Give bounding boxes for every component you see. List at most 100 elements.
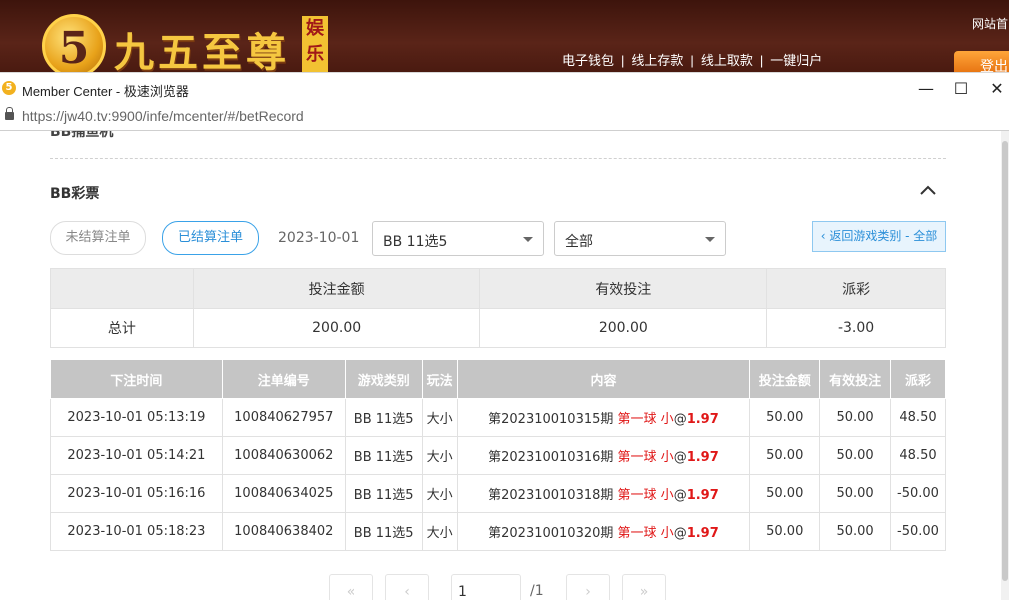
game-select[interactable]: BB 11选5 [372,221,544,256]
cell-bet: 50.00 [749,512,821,551]
cell-id: 100840634025 [221,474,346,513]
logo-text: 九五至尊 [114,29,290,72]
cell-valid: 50.00 [819,474,891,513]
summary-header-row: 投注金额 有效投注 派彩 [50,268,946,309]
prev-section-title: BB捕鱼机 [50,131,114,140]
scrollbar[interactable] [1001,131,1009,600]
minimize-icon[interactable]: — [912,77,940,101]
url-text[interactable]: https://jw40.tv:9900/infe/mcenter/#/betR… [22,108,304,124]
cell-game: BB 11选5 [344,512,423,551]
next-page-button[interactable]: › [566,574,610,600]
cell-id: 100840630062 [221,436,346,475]
unsettled-tab-button[interactable]: 未结算注单 [50,221,146,255]
section-divider [50,158,946,159]
scrollbar-thumb[interactable] [1002,141,1008,581]
cell-play: 大小 [421,436,458,475]
cell-bet: 50.00 [749,474,821,513]
logo-sub: 娱乐 [302,16,328,72]
summary-label: 总计 [50,308,194,348]
header-bet-id: 注单编号 [221,359,346,399]
lock-icon [5,107,14,120]
logo-icon: 5 [42,14,106,72]
cell-valid: 50.00 [819,398,891,437]
table-row: 2023-10-01 05:18:23 100840638402 BB 11选5… [50,512,946,551]
browser-logo-icon: 5 [2,81,16,95]
summary-header-cell: 投注金额 [192,268,481,309]
first-page-button[interactable]: « [329,574,373,600]
cell-game: BB 11选5 [344,474,423,513]
link-merge[interactable]: 一键归户 [770,53,822,68]
summary-header-cell: 派彩 [766,268,946,309]
link-wallet[interactable]: 电子钱包 [562,53,614,68]
summary-valid: 200.00 [479,308,768,348]
summary-row: 总计 200.00 200.00 -3.00 [50,308,946,348]
address-bar[interactable]: https://jw40.tv:9900/infe/mcenter/#/betR… [0,104,1009,131]
summary-payout: -3.00 [766,308,946,348]
top-nav-links: 电子钱包 | 线上存款 | 线上取款 | 一键归户 [562,53,823,68]
game-select-value: BB 11选5 [383,234,448,250]
chevron-down-icon [705,237,715,242]
table-row: 2023-10-01 05:16:16 100840634025 BB 11选5… [50,474,946,513]
header-content: 内容 [456,359,751,399]
cell-play: 大小 [421,512,458,551]
page-total: /1 [530,583,544,599]
section-title: BB彩票 [50,186,100,202]
records-header-row: 下注时间 注单编号 游戏类别 玩法 内容 投注金额 有效投注 派彩 [50,359,946,399]
cell-content: 第202310010316期 第一球 小@1.97 [456,436,751,475]
chevron-down-icon [523,237,533,242]
window-titlebar: 5 Member Center - 极速浏览器 — ☐ ✕ [0,72,1009,104]
cell-valid: 50.00 [819,436,891,475]
cell-content: 第202310010315期 第一球 小@1.97 [456,398,751,437]
maximize-icon[interactable]: ☐ [947,77,975,101]
header-valid-bet: 有效投注 [819,359,891,399]
summary-bet: 200.00 [192,308,481,348]
page-select-value: 1 [458,584,467,600]
link-withdraw[interactable]: 线上取款 [701,53,753,68]
cell-time: 2023-10-01 05:14:21 [50,436,223,475]
table-row: 2023-10-01 05:13:19 100840627957 BB 11选5… [50,398,946,437]
cell-time: 2023-10-01 05:13:19 [50,398,223,437]
last-page-button[interactable]: » [622,574,666,600]
cell-game: BB 11选5 [344,436,423,475]
site-home-link[interactable]: 网站首 [972,15,1008,32]
cell-payout: -50.00 [890,474,946,513]
close-icon[interactable]: ✕ [983,77,1009,101]
type-select-value: 全部 [565,234,593,250]
summary-table: 投注金额 有效投注 派彩 总计 200.00 200.00 -3.00 [50,268,946,348]
cell-time: 2023-10-01 05:18:23 [50,512,223,551]
type-select[interactable]: 全部 [554,221,726,256]
window-title: Member Center - 极速浏览器 [22,84,189,99]
cell-bet: 50.00 [749,398,821,437]
summary-header-cell: 有效投注 [479,268,768,309]
header-play: 玩法 [421,359,458,399]
summary-header-cell [50,268,194,309]
prev-page-button[interactable]: ‹ [385,574,429,600]
cell-payout: -50.00 [890,512,946,551]
cell-payout: 48.50 [890,398,946,437]
header-game: 游戏类别 [344,359,423,399]
cell-play: 大小 [421,398,458,437]
page-content: BB捕鱼机 BB彩票 未结算注单 已结算注单 2023-10-01 BB 11选… [0,131,1001,600]
cell-id: 100840627957 [221,398,346,437]
cell-id: 100840638402 [221,512,346,551]
table-row: 2023-10-01 05:14:21 100840630062 BB 11选5… [50,436,946,475]
header-bet-time: 下注时间 [50,359,223,399]
cell-game: BB 11选5 [344,398,423,437]
cell-valid: 50.00 [819,512,891,551]
cell-payout: 48.50 [890,436,946,475]
back-to-category-button[interactable]: ‹ 返回游戏类别 - 全部 [812,221,946,252]
link-deposit[interactable]: 线上存款 [631,53,683,68]
page-select[interactable]: 1 [451,574,521,600]
header-bet-amount: 投注金额 [749,359,821,399]
logout-button[interactable]: 登出 [954,51,1009,72]
settled-tab-button[interactable]: 已结算注单 [162,221,259,255]
cell-bet: 50.00 [749,436,821,475]
bet-records-table: 下注时间 注单编号 游戏类别 玩法 内容 投注金额 有效投注 派彩 2023-1… [50,359,946,551]
cell-play: 大小 [421,474,458,513]
cell-time: 2023-10-01 05:16:16 [50,474,223,513]
chevron-up-icon[interactable] [920,185,936,195]
header-payout: 派彩 [890,359,946,399]
site-header: 5 九五至尊 娱乐 电子钱包 | 线上存款 | 线上取款 | 一键归户 网站首 登出 [0,0,1009,72]
cell-content: 第202310010320期 第一球 小@1.97 [456,512,751,551]
date-picker[interactable]: 2023-10-01 [278,230,359,246]
